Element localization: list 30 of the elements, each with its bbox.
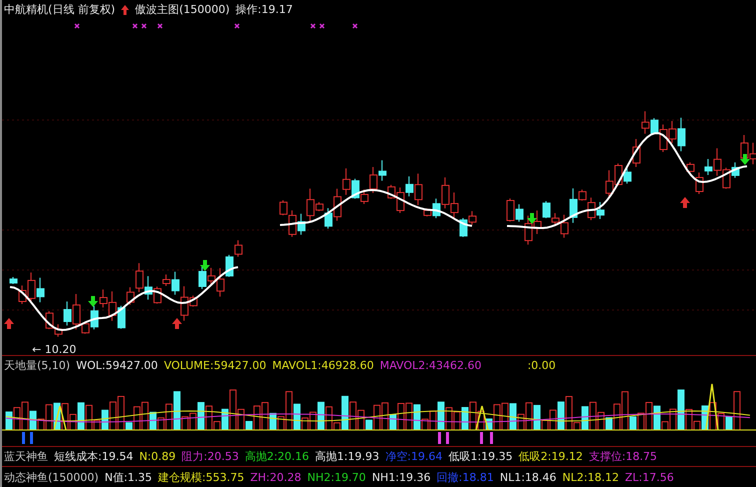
- indicator-value: 高抛2:20.16: [244, 450, 310, 463]
- stock-title: 中航精机(日线 前复权): [4, 2, 116, 18]
- indicator-value: N:0.89: [139, 450, 176, 463]
- indicator-value: VOLUME:59427.00: [164, 359, 266, 372]
- indicator-value: NH2:19.70: [307, 470, 366, 484]
- indicator-value: MAVOL1:46928.60: [272, 359, 374, 372]
- indicator-value: MAVOL2:43462.60: [380, 359, 482, 372]
- indicator-value: 阻力:20.53: [182, 450, 239, 463]
- indicator-value: N值:1.35: [104, 470, 152, 484]
- indicator-value: WOL:59427.00: [76, 359, 158, 372]
- indicator-value: 短线成本:19.54: [54, 450, 134, 463]
- indicator-value: 净空:19.64: [385, 450, 442, 463]
- indicator-value: 低吸1:19.35: [448, 450, 513, 463]
- indicator-value: :0.00: [527, 359, 556, 372]
- indicator-value: 操作:19.17: [236, 2, 293, 18]
- indicator-value: 天地量(5,10): [4, 359, 70, 372]
- indicator-value: 动态神鱼(150000): [4, 470, 99, 484]
- indicator-value: ZH:20.28: [250, 470, 302, 484]
- indicator-value: 建仓规模:553.75: [158, 470, 244, 484]
- indicator-value: NL2:18.12: [562, 470, 619, 484]
- indicator-value: NH1:19.36: [372, 470, 431, 484]
- indicator-value: 蓝天神鱼: [4, 450, 48, 463]
- indicator-value: 低吸2:19.12: [518, 450, 583, 463]
- price-label: ← 10.20: [32, 342, 76, 356]
- indicator-value: 支撑位:18.75: [588, 450, 658, 463]
- indicator-value: ZL:17.56: [624, 470, 674, 484]
- indicator-value: 回撤:18.81: [436, 470, 494, 484]
- indicator-value: NL1:18.46: [500, 470, 556, 484]
- indicator-title: 傲波主图(150000): [135, 2, 230, 18]
- indicator-value: 高抛1:19.93: [315, 450, 380, 463]
